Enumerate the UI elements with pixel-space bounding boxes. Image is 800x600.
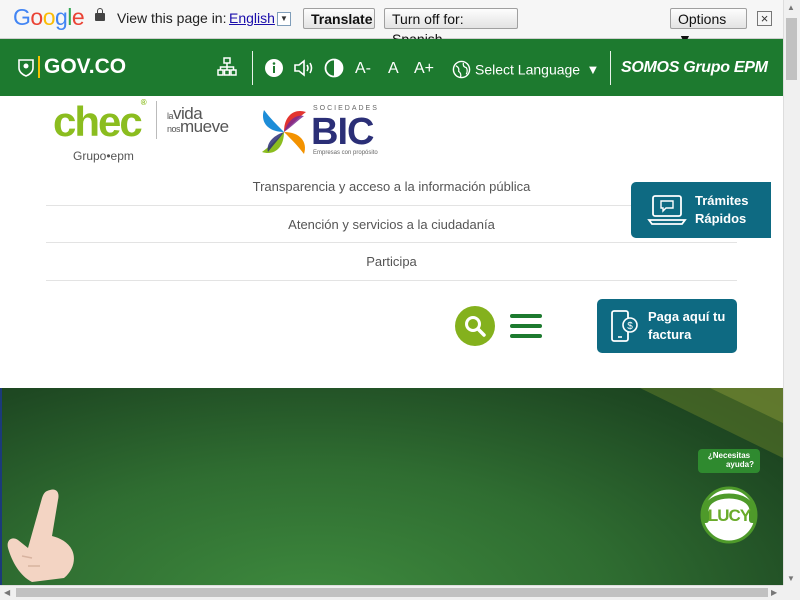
sitemap-icon[interactable]: [217, 57, 237, 77]
search-button[interactable]: [455, 306, 495, 346]
select-language-dropdown[interactable]: Select Language ▼: [452, 60, 599, 79]
google-logo-letter: G: [13, 4, 31, 30]
chec-logo[interactable]: chec®: [53, 98, 147, 146]
google-translate-bar: Google View this page in: English ▼ Trans…: [0, 0, 783, 47]
laptop-chat-icon: [647, 195, 687, 225]
google-logo-letter: o: [42, 4, 56, 30]
scroll-up-arrow[interactable]: ▲: [787, 3, 795, 12]
info-icon[interactable]: [264, 58, 284, 78]
language-select-value[interactable]: English: [229, 10, 275, 26]
view-page-label: View this page in:: [117, 10, 227, 26]
bic-pinwheel-logo: [262, 110, 306, 154]
pointing-hand-image: [7, 489, 74, 582]
audio-icon[interactable]: [293, 58, 315, 78]
search-icon: [465, 316, 486, 337]
close-icon[interactable]: ×: [757, 11, 772, 26]
chevron-down-icon[interactable]: ▼: [587, 62, 600, 77]
lucy-name: LUCY: [707, 506, 751, 525]
select-language-label[interactable]: Select Language: [475, 62, 580, 78]
globe-icon: [452, 60, 471, 79]
nav-divider: [46, 280, 737, 281]
chevron-down-icon[interactable]: ▼: [276, 12, 291, 27]
pay-bill-button[interactable]: $ Paga aquí tu factura: [597, 299, 737, 353]
google-logo: Google: [13, 4, 85, 31]
tramites-rapidos-button[interactable]: Trámites Rápidos: [631, 182, 771, 238]
font-increase-button[interactable]: A+: [414, 60, 434, 78]
horizontal-scroll-thumb[interactable]: [16, 588, 768, 597]
contrast-icon[interactable]: [324, 58, 344, 78]
svg-text:$: $: [627, 321, 633, 332]
chec-logo-text: chec: [53, 98, 143, 145]
gov-co-link[interactable]: GOV.CO: [44, 55, 126, 79]
menu-icon[interactable]: [510, 314, 542, 338]
pay-label-1: Paga aquí tu: [648, 309, 726, 324]
scrollbar-corner: [783, 585, 800, 600]
lucy-assistant-button[interactable]: LUCY: [698, 477, 760, 549]
vertical-scrollbar[interactable]: [783, 0, 800, 585]
slogan-small-2: nos: [167, 124, 181, 134]
tramites-label-1: Trámites: [695, 193, 749, 208]
pay-label-2: factura: [648, 327, 692, 342]
mobile-payment-icon: $: [611, 310, 638, 342]
banner-edge: [0, 388, 2, 585]
font-decrease-button[interactable]: A-: [355, 60, 371, 78]
slogan-word-2: mueve: [180, 117, 229, 136]
google-logo-letter: g: [54, 4, 68, 30]
hero-banner: [0, 388, 783, 585]
scroll-left-arrow[interactable]: ◀: [4, 588, 10, 597]
nav-participa[interactable]: Participa: [46, 243, 737, 280]
chec-trademark: ®: [140, 98, 147, 107]
translate-button[interactable]: Translate: [303, 8, 375, 29]
gov-divider: [38, 56, 40, 78]
bic-logo-text: BIC: [311, 111, 374, 153]
colombia-shield-icon: [18, 59, 34, 77]
font-normal-button[interactable]: A: [388, 60, 399, 78]
toolbar-divider: [252, 51, 253, 85]
epm-brand[interactable]: SOMOS Grupo EPM: [621, 59, 768, 77]
google-logo-letter: e: [71, 4, 85, 30]
grupo-epm-label: Grupo•epm: [73, 149, 134, 163]
language-select[interactable]: English ▼: [229, 10, 291, 27]
vertical-scroll-thumb[interactable]: [786, 18, 797, 80]
tramites-label-2: Rápidos: [695, 211, 747, 226]
bic-subtitle: Empresas con propósito: [313, 150, 378, 156]
lock-icon: [95, 8, 105, 21]
scroll-down-arrow[interactable]: ▼: [787, 574, 795, 583]
gov-bar: GOV.CO A- A A+ Select Language ▼ SOMOS G…: [0, 39, 783, 96]
scroll-right-arrow[interactable]: ▶: [771, 588, 777, 597]
logo-divider: [156, 101, 157, 139]
lucy-bubble-line-2: ayuda?: [725, 460, 754, 469]
options-button[interactable]: Options ▼: [670, 8, 747, 47]
lucy-bubble-line-1: ¿Necesitas: [707, 451, 751, 460]
google-logo-letter: o: [30, 4, 43, 30]
slogan-line-2: nosmueve: [167, 117, 229, 137]
turn-off-button[interactable]: Turn off for: Spanish: [384, 8, 518, 47]
lucy-help-bubble[interactable]: ¿Necesitas ayuda?: [698, 449, 760, 473]
toolbar-divider: [610, 51, 611, 85]
